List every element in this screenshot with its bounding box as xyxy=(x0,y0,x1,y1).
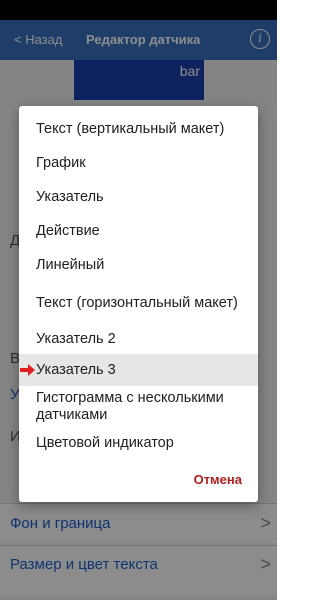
option-label: Указатель 2 xyxy=(36,330,116,347)
cancel-button[interactable]: Отмена xyxy=(194,472,242,487)
option-label: Цветовой индикатор xyxy=(36,434,174,451)
option-label: Гистограмма с несколькими датчиками xyxy=(36,390,224,423)
option-color-indicator[interactable]: Цветовой индикатор xyxy=(19,428,258,458)
right-arrow-icon xyxy=(20,364,35,376)
option-label: Линейный xyxy=(36,256,105,273)
option-pointer[interactable]: Указатель xyxy=(19,180,258,214)
option-pointer-3[interactable]: Указатель 3 xyxy=(19,354,258,386)
option-label: График xyxy=(36,154,86,171)
sensor-type-dialog: Текст (вертикальный макет) График Указат… xyxy=(19,106,258,502)
option-label: Текст (вертикальный макет) xyxy=(36,120,225,137)
option-text-horizontal[interactable]: Текст (горизонтальный макет) xyxy=(19,282,258,324)
option-linear[interactable]: Линейный xyxy=(19,248,258,282)
option-text-vertical[interactable]: Текст (вертикальный макет) xyxy=(19,112,258,146)
option-pointer-2[interactable]: Указатель 2 xyxy=(19,324,258,354)
option-label: Текст (горизонтальный макет) xyxy=(36,294,238,311)
option-multi-sensor-histogram[interactable]: Гистограмма с несколькими датчиками xyxy=(19,386,258,428)
option-action[interactable]: Действие xyxy=(19,214,258,248)
option-label: Действие xyxy=(36,222,100,239)
option-label: Указатель xyxy=(36,188,104,205)
option-graph[interactable]: График xyxy=(19,146,258,180)
